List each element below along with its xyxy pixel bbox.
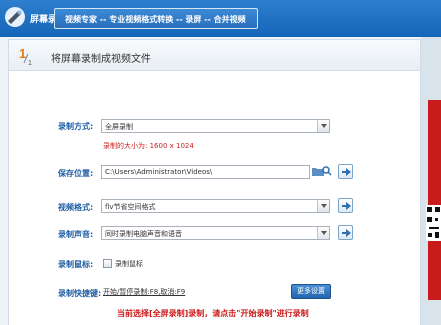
chevron-down-icon[interactable] — [317, 120, 329, 132]
chevron-down-icon[interactable] — [317, 227, 329, 239]
cursor-label: 录制鼠标: — [58, 260, 94, 269]
audio-select[interactable]: 同时录制电脑声音和语音 — [101, 226, 330, 240]
record-cursor-checkbox[interactable] — [103, 259, 112, 268]
app-logo-icon — [5, 7, 25, 27]
svg-text:1: 1 — [19, 46, 26, 61]
record-mode-select[interactable]: 全屏录制 — [101, 119, 330, 133]
save-location-value: C:\Users\Administrator\Videos\ — [105, 168, 213, 176]
audio-label: 录制声音: — [58, 230, 94, 239]
video-format-value: flv节省空间格式 — [105, 203, 156, 211]
step-title: 将屏幕录制成视频文件 — [51, 54, 151, 65]
search-icon[interactable] — [322, 166, 332, 176]
video-format-select[interactable]: flv节省空间格式 — [101, 199, 330, 213]
record-mode-value: 全屏录制 — [105, 123, 133, 131]
step-header: 1 1 将屏幕录制成视频文件 — [9, 40, 420, 71]
record-mode-label: 录制方式: — [58, 122, 94, 131]
svg-text:1: 1 — [28, 60, 32, 67]
step-number-icon: 1 1 — [19, 46, 32, 67]
hotkey-label: 录制快捷键: — [58, 289, 102, 298]
save-location-label: 保存位置: — [58, 169, 94, 178]
open-folder-button[interactable] — [338, 164, 353, 179]
promo-banner[interactable]: 视频专家 -- 专业视频格式转换 -- 录屏 -- 合并视频 — [54, 8, 258, 29]
save-location-input[interactable]: C:\Users\Administrator\Videos\ — [101, 165, 310, 179]
audio-value: 同时录制电脑声音和语音 — [105, 230, 182, 238]
record-cursor-checkbox-label: 录制鼠标 — [115, 260, 143, 268]
more-settings-button[interactable]: 更多设置 — [291, 284, 331, 299]
hotkey-link[interactable]: 开始/暂停录制:F8,取消:F9 — [103, 287, 185, 297]
qr-code-icon — [426, 205, 441, 241]
header-bar: 屏幕录制 视频专家 -- 专业视频格式转换 -- 录屏 -- 合并视频 — [0, 0, 441, 37]
resolution-text: 录制的大小为: 1600 x 1024 — [103, 142, 194, 150]
status-message: 当前选择[全屏录制]录制，请点击"开始录制"进行录制 — [117, 309, 309, 318]
chevron-down-icon[interactable] — [317, 200, 329, 212]
screen-recorder-window: 屏幕录制 视频专家 -- 专业视频格式转换 -- 录屏 -- 合并视频 1 1 … — [0, 0, 441, 325]
side-ad-banner[interactable] — [428, 100, 441, 300]
audio-settings-button[interactable] — [338, 225, 353, 240]
video-format-label: 视频格式: — [58, 203, 94, 212]
main-panel: 1 1 将屏幕录制成视频文件 — [8, 39, 421, 325]
format-settings-button[interactable] — [338, 198, 353, 213]
promo-banner-text: 视频专家 -- 专业视频格式转换 -- 录屏 -- 合并视频 — [65, 15, 246, 24]
